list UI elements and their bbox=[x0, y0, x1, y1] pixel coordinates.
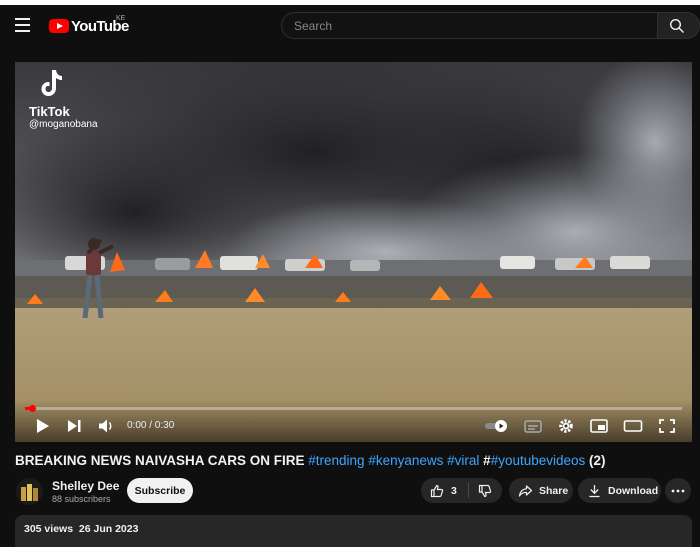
like-count: 3 bbox=[451, 484, 457, 497]
channel-name[interactable]: Shelley Dee bbox=[52, 479, 119, 493]
upload-date: 26 Jun 2023 bbox=[78, 523, 139, 535]
volume-icon[interactable] bbox=[96, 417, 116, 435]
search-icon bbox=[669, 18, 684, 33]
hashtag-link[interactable]: #viral bbox=[447, 453, 479, 468]
tiktok-logo-icon bbox=[41, 70, 62, 96]
video-title: BREAKING NEWS NAIVASHA CARS ON FIRE #tre… bbox=[15, 453, 695, 468]
share-icon bbox=[518, 484, 533, 497]
video-frame bbox=[15, 62, 692, 442]
like-button[interactable]: 3 bbox=[421, 478, 468, 503]
view-count: 305 views bbox=[24, 523, 74, 535]
description-box[interactable]: 305 views 26 Jun 2023 bbox=[15, 515, 692, 547]
settings-gear-icon[interactable] bbox=[556, 417, 576, 435]
title-suffix: (2) bbox=[585, 453, 606, 468]
menu-icon[interactable] bbox=[14, 18, 32, 32]
thumbs-up-icon bbox=[430, 484, 444, 497]
download-label: Download bbox=[608, 484, 659, 497]
miniplayer-icon[interactable] bbox=[589, 417, 609, 435]
video-player[interactable]: TikTok @moganobana 0:00 / 0:30 bbox=[15, 62, 692, 442]
hashtag-link[interactable]: #trending bbox=[308, 453, 364, 468]
tiktok-handle: @moganobana bbox=[29, 119, 98, 130]
tiktok-brand: TikTok bbox=[29, 104, 70, 119]
country-code: KE bbox=[116, 15, 126, 22]
subtitles-icon[interactable] bbox=[523, 417, 543, 435]
search-button[interactable] bbox=[657, 12, 700, 39]
share-button[interactable]: Share bbox=[509, 478, 573, 503]
scrubber-handle[interactable] bbox=[29, 405, 36, 412]
fullscreen-icon[interactable] bbox=[657, 417, 677, 435]
hashtag-link[interactable]: #kenyanews bbox=[368, 453, 443, 468]
hash-prefix: # bbox=[479, 453, 491, 468]
play-icon[interactable] bbox=[33, 417, 53, 435]
subscribe-button[interactable]: Subscribe bbox=[127, 478, 193, 503]
avatar-image bbox=[16, 478, 43, 505]
share-label: Share bbox=[539, 484, 569, 497]
autoplay-toggle-icon[interactable] bbox=[484, 417, 510, 435]
search-input[interactable] bbox=[281, 12, 657, 39]
channel-avatar[interactable] bbox=[16, 478, 43, 505]
hashtag-link[interactable]: #youtubevideos bbox=[491, 453, 586, 468]
like-dislike-group: 3 bbox=[421, 478, 502, 503]
download-icon bbox=[589, 484, 600, 497]
download-button[interactable]: Download bbox=[578, 478, 661, 503]
thumbs-down-icon bbox=[478, 484, 492, 498]
more-horizontal-icon bbox=[671, 489, 685, 492]
more-actions-button[interactable] bbox=[665, 478, 691, 503]
time-display: 0:00 / 0:30 bbox=[127, 420, 175, 431]
next-icon[interactable] bbox=[64, 417, 84, 435]
masthead: YouTube KE bbox=[0, 5, 700, 47]
youtube-play-icon bbox=[49, 19, 69, 33]
progress-bar[interactable] bbox=[25, 405, 682, 412]
title-text: BREAKING NEWS NAIVASHA CARS ON FIRE bbox=[15, 453, 309, 468]
subscriber-count: 88 subscribers bbox=[52, 494, 111, 504]
view-date-meta: 305 views 26 Jun 2023 bbox=[24, 523, 138, 535]
dislike-button[interactable] bbox=[469, 478, 502, 503]
theater-mode-icon[interactable] bbox=[623, 417, 643, 435]
